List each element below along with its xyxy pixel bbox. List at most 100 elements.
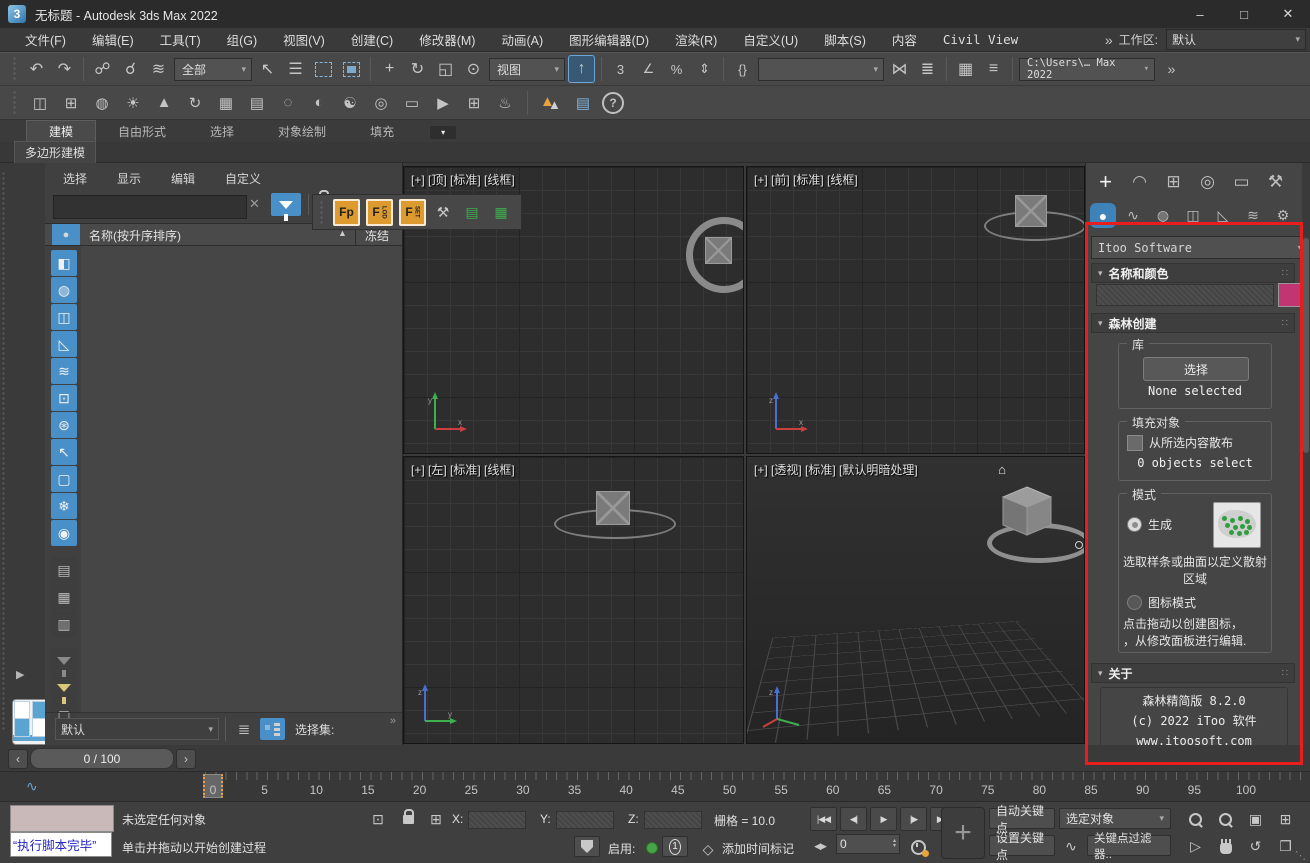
toggle-scene-explorer-button[interactable]: ▦ [953,56,978,82]
menu-overflow-icon[interactable]: » [1105,32,1111,48]
set-key-button[interactable]: 设置关键点 [989,835,1055,856]
zoom-extents-all-icon[interactable]: ⊞ [1272,808,1299,830]
edit-named-selection-sets-button[interactable]: {} [730,56,755,82]
modify-tab[interactable]: ◠ [1124,167,1155,197]
ribbon-tab-4[interactable]: 对象绘制 [256,121,348,142]
menu-item[interactable]: 文件(F) [12,30,79,49]
render-setup-icon[interactable]: ↻ [183,91,207,115]
toolbar-overflow-icon[interactable]: » [1158,56,1183,82]
undo-button[interactable]: ↶ [24,56,49,82]
next-frame-button[interactable]: |▶ [900,807,927,831]
forest-tools-wrench-icon[interactable]: ⚒ [431,200,455,224]
tree-icon[interactable]: ▲ [152,91,176,115]
light-analysis-icon[interactable]: ◎ [369,91,393,115]
display-geometry-icon[interactable]: ◧ [51,250,77,276]
explorer-menu-item[interactable]: 自定义 [225,170,261,187]
play-button[interactable]: ▶ [870,807,897,831]
box-object[interactable] [1015,195,1047,227]
maximize-button[interactable]: □ [1222,0,1266,28]
isolate-selection-icon[interactable]: ⊡ [366,808,390,830]
helpers-category[interactable]: ◺ [1210,203,1236,228]
utilities-tab[interactable]: ⚒ [1260,167,1291,197]
menu-item[interactable]: 工具(T) [147,30,214,49]
display-spacewarps-icon[interactable]: ≋ [51,358,77,384]
current-frame-field[interactable]: 0 ▴▾ [836,834,900,854]
key-pen-icon[interactable]: ∿ [1059,835,1083,857]
one-frame-button[interactable]: 1 [662,836,688,857]
viewport-top-label[interactable]: [+] [顶] [标准] [线框] [411,171,515,188]
snap-toggle-3d-button[interactable]: 3 [608,56,633,82]
video-preview-icon[interactable]: ▶ [431,91,455,115]
light-icon[interactable]: ◍ [90,91,114,115]
object-category-dropdown[interactable]: Itoo Software ▾ [1091,236,1309,259]
resize-grip[interactable]: ⋱ [1295,849,1306,862]
scrollbar-thumb[interactable] [1303,238,1309,453]
redo-button[interactable]: ↷ [52,56,77,82]
scatter-checkbox-label[interactable]: 从所选内容散布 [1149,434,1233,451]
display-groups-icon[interactable]: ⊡ [51,385,77,411]
x-coordinate-field[interactable] [468,811,526,829]
viewport-front[interactable]: [+] [前] [标准] [线框] z x [746,166,1085,454]
key-filters-button[interactable]: 关键点过滤器.. [1087,835,1171,856]
toolbar-drag-handle[interactable] [12,90,17,116]
forest-pack-tools-icon[interactable]: ▲ ▲ [538,91,564,115]
explorer-filter-button[interactable] [271,193,301,216]
display-frozen-icon[interactable]: ❄ [51,493,77,519]
next-frame-arrow-button[interactable]: › [176,749,196,769]
cameras-category[interactable]: ◫ [1180,203,1206,228]
ribbon-tab-1[interactable]: 建模 [26,120,96,142]
rectangular-selection-region-button[interactable] [311,56,336,82]
spacewarps-category[interactable]: ≋ [1240,203,1266,228]
select-and-move-button[interactable]: + [377,56,402,82]
forest-set-button[interactable]: FSET [399,199,426,226]
display-hidden-icon[interactable]: ◉ [51,520,77,546]
sort-by-class-icon[interactable]: ▥ [51,611,77,637]
window-crossing-toggle[interactable] [339,56,364,82]
render-preset-icon[interactable]: ▤ [245,91,269,115]
display-lights-icon[interactable]: ◍ [51,277,77,303]
viewport-layout-icon[interactable]: ⊞ [462,91,486,115]
workspace-dropdown[interactable]: 默认 ▾ [1166,29,1306,50]
viewport-perspective-label[interactable]: [+] [透视] [标准] [默认明暗处理] [754,461,918,478]
object-color-swatch[interactable] [1278,283,1302,307]
project-folder-dropdown[interactable]: C:\Users\… Max 2022 ▾ [1019,58,1155,81]
dock-drag-handle[interactable] [1,171,6,731]
explorer-menu-item[interactable]: 显示 [117,170,141,187]
select-and-place-button[interactable]: ⊙ [461,56,486,82]
add-time-tag-text[interactable]: 添加时间标记 [722,840,794,857]
render-ring-icon[interactable]: ◌ [276,91,300,115]
percent-snap-button[interactable]: % [664,56,689,82]
ribbon-tab-5[interactable]: 填充 [348,121,416,142]
sort-by-hierarchy-icon[interactable]: ▤ [51,557,77,583]
systems-category[interactable]: ⚙ [1270,203,1296,228]
name-color-rollout-header[interactable]: ▾名称和颜色 ∷ [1091,263,1295,283]
unlink-selection-button[interactable]: ☌ [118,56,143,82]
y-coordinate-field[interactable] [556,811,614,829]
help-icon[interactable]: ? [602,92,624,114]
field-of-view-icon[interactable]: ▷ [1182,835,1209,857]
hierarchy-tab[interactable]: ⊞ [1158,167,1189,197]
display-panel-icon[interactable]: ▭ [400,91,424,115]
maxscript-mini-listener[interactable]: “执行脚本完毕” [10,805,114,860]
zoom-icon[interactable] [1182,808,1209,830]
toolbar-drag-handle[interactable] [319,200,324,224]
mirror-button[interactable]: ⋈ [887,56,912,82]
viewport-perspective[interactable]: [+] [透视] [标准] [默认明暗处理] ⌂ z [746,456,1085,744]
explorer-search-input[interactable] [53,195,247,219]
expand-arrow-button[interactable]: ▶ [16,668,24,681]
align-button[interactable]: ≣ [915,56,940,82]
close-button[interactable]: ✕ [1266,0,1310,28]
icon-mode-radio-label[interactable]: 图标模式 [1148,594,1196,611]
display-containers-icon[interactable]: ▢ [51,466,77,492]
use-pivot-center-button[interactable]: ↑ [568,55,595,83]
teapot-icon[interactable]: ♨ [493,91,517,115]
selection-lock-icon[interactable] [396,808,420,830]
menu-item[interactable]: Civil View [930,32,1031,47]
ribbon-tab-2[interactable]: 自由形式 [96,121,188,142]
listener-macro-field[interactable] [10,805,114,832]
ribbon-minimize-dropdown[interactable]: ▾ [430,126,456,139]
named-selection-sets-dropdown[interactable]: ▾ [758,58,884,81]
menu-item[interactable]: 图形编辑器(D) [556,30,662,49]
previous-frame-arrow-button[interactable]: ‹ [8,749,28,769]
geometry-category[interactable]: ● [1090,203,1116,228]
